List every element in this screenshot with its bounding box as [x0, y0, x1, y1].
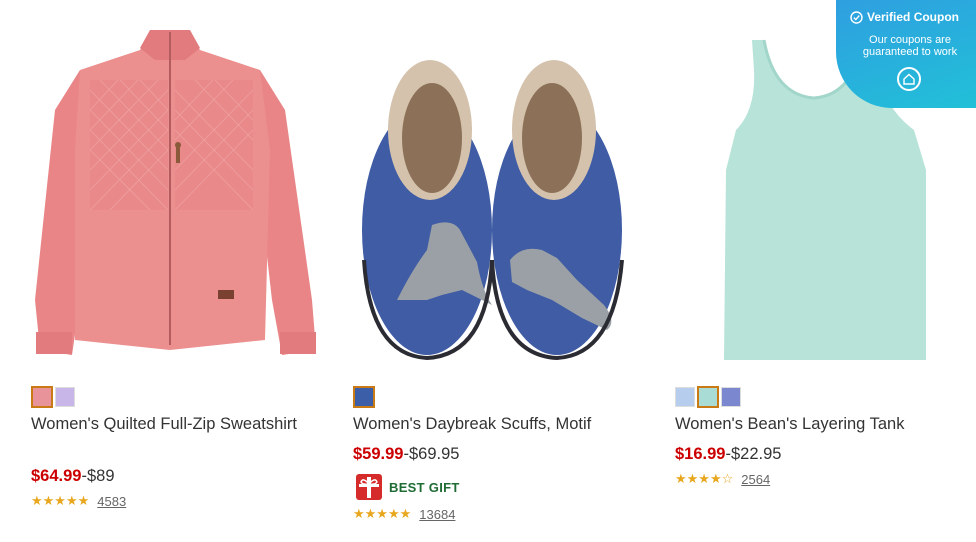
review-count-link[interactable]: 13684 [419, 507, 455, 522]
star-rating-icon: ★★★★★ [353, 506, 412, 521]
badge-label: BEST GIFT [389, 479, 460, 495]
product-image-sweatshirt[interactable] [20, 0, 320, 370]
rating: ★★★★★ 13684 [353, 506, 455, 522]
product-price: $59.99-$69.95 [353, 445, 459, 464]
product-card-sweatshirt[interactable]: Women's Quilted Full-Zip Sweatshirt $64.… [20, 0, 320, 542]
swatch-blue[interactable] [353, 386, 375, 408]
product-card-scuffs[interactable]: Women's Daybreak Scuffs, Motif $59.99-$6… [342, 0, 642, 542]
star-rating-icon: ★★★★☆ [675, 471, 734, 486]
rating: ★★★★★ 4583 [31, 493, 126, 509]
check-circle-icon [850, 10, 863, 24]
review-count-link[interactable]: 2564 [741, 472, 770, 487]
coupon-subtitle: Our coupons are guaranteed to work [862, 34, 958, 58]
swatch-mint[interactable] [697, 386, 719, 408]
star-rating-icon: ★★★★★ [31, 493, 90, 508]
sale-price: $16.99 [675, 445, 726, 463]
product-name[interactable]: Women's Quilted Full-Zip Sweatshirt [31, 413, 311, 435]
regular-price: -$22.95 [725, 445, 782, 463]
swatch-lavender[interactable] [55, 387, 75, 407]
color-swatches [675, 386, 741, 408]
product-price: $16.99-$22.95 [675, 445, 781, 464]
swatch-light-blue[interactable] [675, 387, 695, 407]
product-name[interactable]: Women's Bean's Layering Tank [675, 413, 955, 435]
rating: ★★★★☆ 2564 [675, 471, 770, 487]
product-image-scuffs[interactable] [342, 0, 642, 370]
sale-price: $59.99 [353, 445, 404, 463]
color-swatches [31, 386, 75, 408]
home-icon[interactable] [897, 67, 921, 91]
gift-icon [356, 474, 382, 500]
sale-price: $64.99 [31, 467, 82, 485]
color-swatches [353, 386, 375, 408]
regular-price: -$89 [81, 467, 115, 485]
coupon-title-text: Verified Coupon [867, 10, 960, 24]
review-count-link[interactable]: 4583 [97, 494, 126, 509]
product-name[interactable]: Women's Daybreak Scuffs, Motif [353, 413, 633, 435]
regular-price: -$69.95 [403, 445, 460, 463]
swatch-periwinkle[interactable] [721, 387, 741, 407]
product-price: $64.99-$89 [31, 467, 115, 486]
verified-coupon-widget[interactable]: Verified Coupon Our coupons are guarante… [836, 0, 976, 108]
coupon-title: Verified Coupon [850, 10, 959, 24]
swatch-pink[interactable] [31, 386, 53, 408]
best-gift-badge: BEST GIFT [355, 473, 460, 501]
